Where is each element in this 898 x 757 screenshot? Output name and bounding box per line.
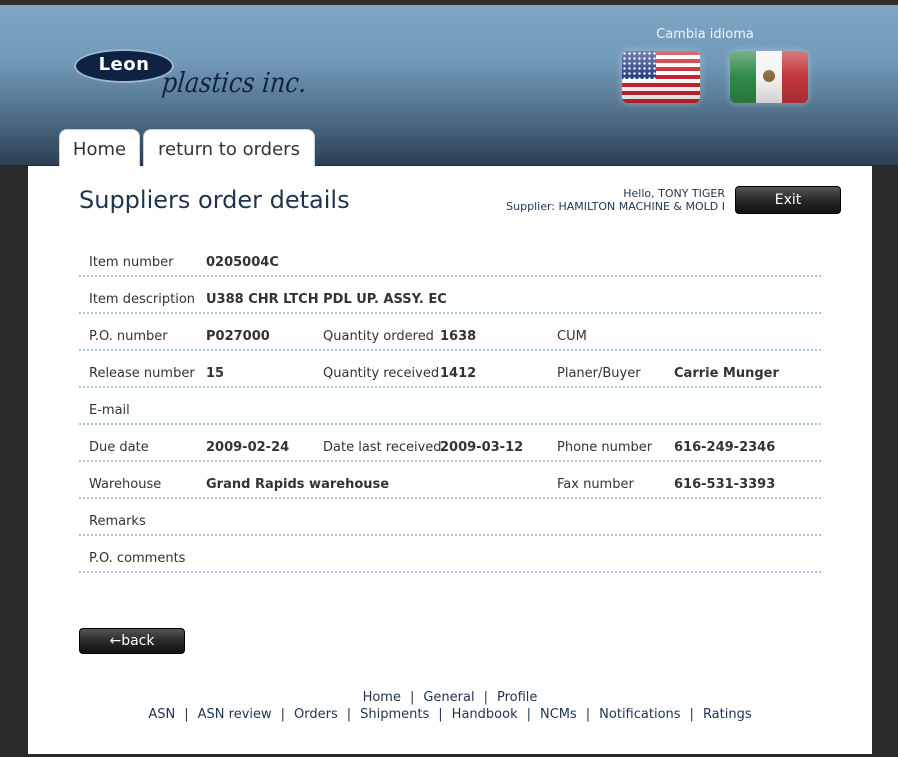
tab-home[interactable]: Home [59,129,140,169]
warehouse-value: Grand Rapids warehouse [206,477,390,492]
main-panel: Suppliers order details Hello, TONY TIGE… [28,166,872,754]
planner-value: Carrie Munger [674,366,779,381]
back-button[interactable]: ←back [79,628,185,654]
fax-label: Fax number [557,477,634,492]
cum-label: CUM [557,329,587,344]
logo-oval: Leon [74,49,174,83]
row-remarks: Remarks [79,499,821,536]
footer-nav-secondary: ASN | ASN review | Orders | Shipments | Handbook… [148,707,752,722]
footer-link-shipments[interactable]: Shipments [360,707,429,722]
row-item-description: Item description U388 CHR LTCH PDL UP. A… [79,277,821,314]
item-description-value: U388 CHR LTCH PDL UP. ASSY. EC [206,292,447,307]
date-last-received-label: Date last received [323,440,442,455]
tab-return-to-orders[interactable]: return to orders [143,129,315,169]
footer-link-profile[interactable]: Profile [497,690,537,705]
date-last-received-value: 2009-03-12 [440,440,524,455]
footer-link-ratings[interactable]: Ratings [703,707,752,722]
qty-received-label: Quantity received [323,366,440,381]
due-date-label: Due date [89,440,149,455]
item-number-label: Item number [89,255,174,270]
footer-link-orders[interactable]: Orders [294,707,338,722]
item-number-value: 0205004C [206,255,279,270]
footer-link-home[interactable]: Home [363,690,401,705]
planner-label: Planer/Buyer [557,366,641,381]
release-number-label: Release number [89,366,195,381]
qty-ordered-label: Quantity ordered [323,329,434,344]
footer-nav-primary: Home | General | Profile [362,690,538,705]
phone-value: 616-249-2346 [674,440,776,455]
due-date-value: 2009-02-24 [206,440,290,455]
row-po-number: P.O. number P027000 Quantity ordered 163… [79,314,821,351]
us-flag-icon[interactable] [622,51,700,103]
row-release-number: Release number 15 Quantity received 1412… [79,351,821,388]
exit-button[interactable]: Exit [735,186,841,214]
remarks-label: Remarks [89,514,146,529]
logo-text: Leon [98,54,150,75]
footer-link-ncms[interactable]: NCMs [540,707,577,722]
row-warehouse: Warehouse Grand Rapids warehouse Fax num… [79,462,821,499]
po-number-label: P.O. number [89,329,168,344]
footer-link-notifications[interactable]: Notifications [599,707,680,722]
supplier-name: Supplier: HAMILTON MACHINE & MOLD I [506,200,725,213]
qty-received-value: 1412 [440,366,477,381]
greeting-text: Hello, TONY TIGER [623,187,725,200]
phone-label: Phone number [557,440,653,455]
row-due-date: Due date 2009-02-24 Date last received 2… [79,425,821,462]
site-header: Leon plastics inc. Cambia idioma Home re… [0,5,898,169]
row-item-number: Item number 0205004C [79,240,821,277]
release-number-value: 15 [206,366,225,381]
footer-link-general[interactable]: General [423,690,474,705]
row-email: E-mail [79,388,821,425]
language-label: Cambia idioma [656,27,754,42]
warehouse-label: Warehouse [89,477,162,492]
footer-link-asn[interactable]: ASN [148,707,175,722]
footer-link-asn-review[interactable]: ASN review [198,707,272,722]
item-description-label: Item description [89,292,196,307]
qty-ordered-value: 1638 [440,329,477,344]
user-greeting: Hello, TONY TIGER Supplier: HAMILTON MAC… [506,187,725,213]
logo-script: plastics inc. [160,66,309,100]
page-title: Suppliers order details [79,186,350,214]
leon-plastics-logo[interactable]: Leon plastics inc. [72,49,308,119]
mexico-flag-icon[interactable] [730,51,808,103]
email-label: E-mail [89,403,130,418]
footer-link-handbook[interactable]: Handbook [452,707,518,722]
po-number-value: P027000 [206,329,270,344]
po-comments-label: P.O. comments [89,551,186,566]
row-po-comments: P.O. comments [79,536,821,573]
fax-value: 616-531-3393 [674,477,776,492]
